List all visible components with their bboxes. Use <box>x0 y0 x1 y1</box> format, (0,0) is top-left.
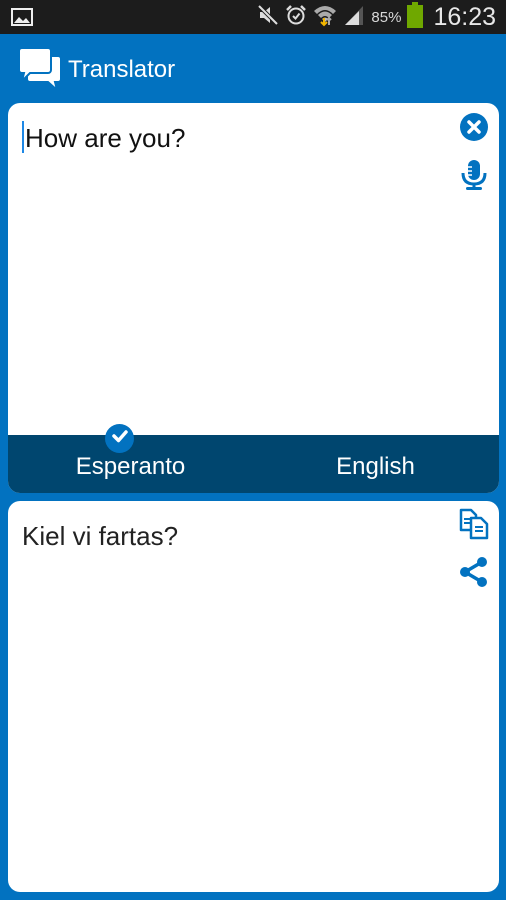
clock: 16:23 <box>433 2 496 31</box>
source-text-input[interactable]: How are you? <box>22 121 185 154</box>
battery-percent: 85% <box>371 8 402 26</box>
selected-language-check <box>105 424 134 453</box>
signal-icon <box>343 4 365 31</box>
copy-icon <box>458 508 490 545</box>
clear-icon <box>459 112 489 147</box>
input-card: How are you? Esperanto English <box>8 103 499 493</box>
check-icon <box>111 427 129 450</box>
status-bar: 85% 16:23 <box>0 0 506 34</box>
battery-icon <box>407 1 424 33</box>
app-bar: Translator <box>0 34 506 102</box>
source-language-button[interactable]: Esperanto <box>8 453 253 481</box>
text-caret <box>22 121 24 153</box>
gallery-icon <box>11 8 33 31</box>
copy-button[interactable] <box>457 508 491 545</box>
target-language-button[interactable]: English <box>253 453 498 481</box>
share-button[interactable] <box>457 556 491 593</box>
app-title: Translator <box>68 56 176 83</box>
alarm-icon <box>285 4 307 31</box>
language-bar: Esperanto English <box>8 435 499 493</box>
source-text: How are you? <box>25 123 186 153</box>
share-icon <box>458 556 490 593</box>
chat-bubbles-icon <box>18 46 62 97</box>
wifi-icon <box>313 3 337 32</box>
translated-text: Kiel vi fartas? <box>22 521 179 551</box>
clear-button[interactable] <box>458 112 490 147</box>
mute-icon <box>257 4 279 31</box>
output-card: Kiel vi fartas? <box>8 501 499 892</box>
microphone-icon <box>460 159 488 196</box>
microphone-button[interactable] <box>458 159 490 195</box>
